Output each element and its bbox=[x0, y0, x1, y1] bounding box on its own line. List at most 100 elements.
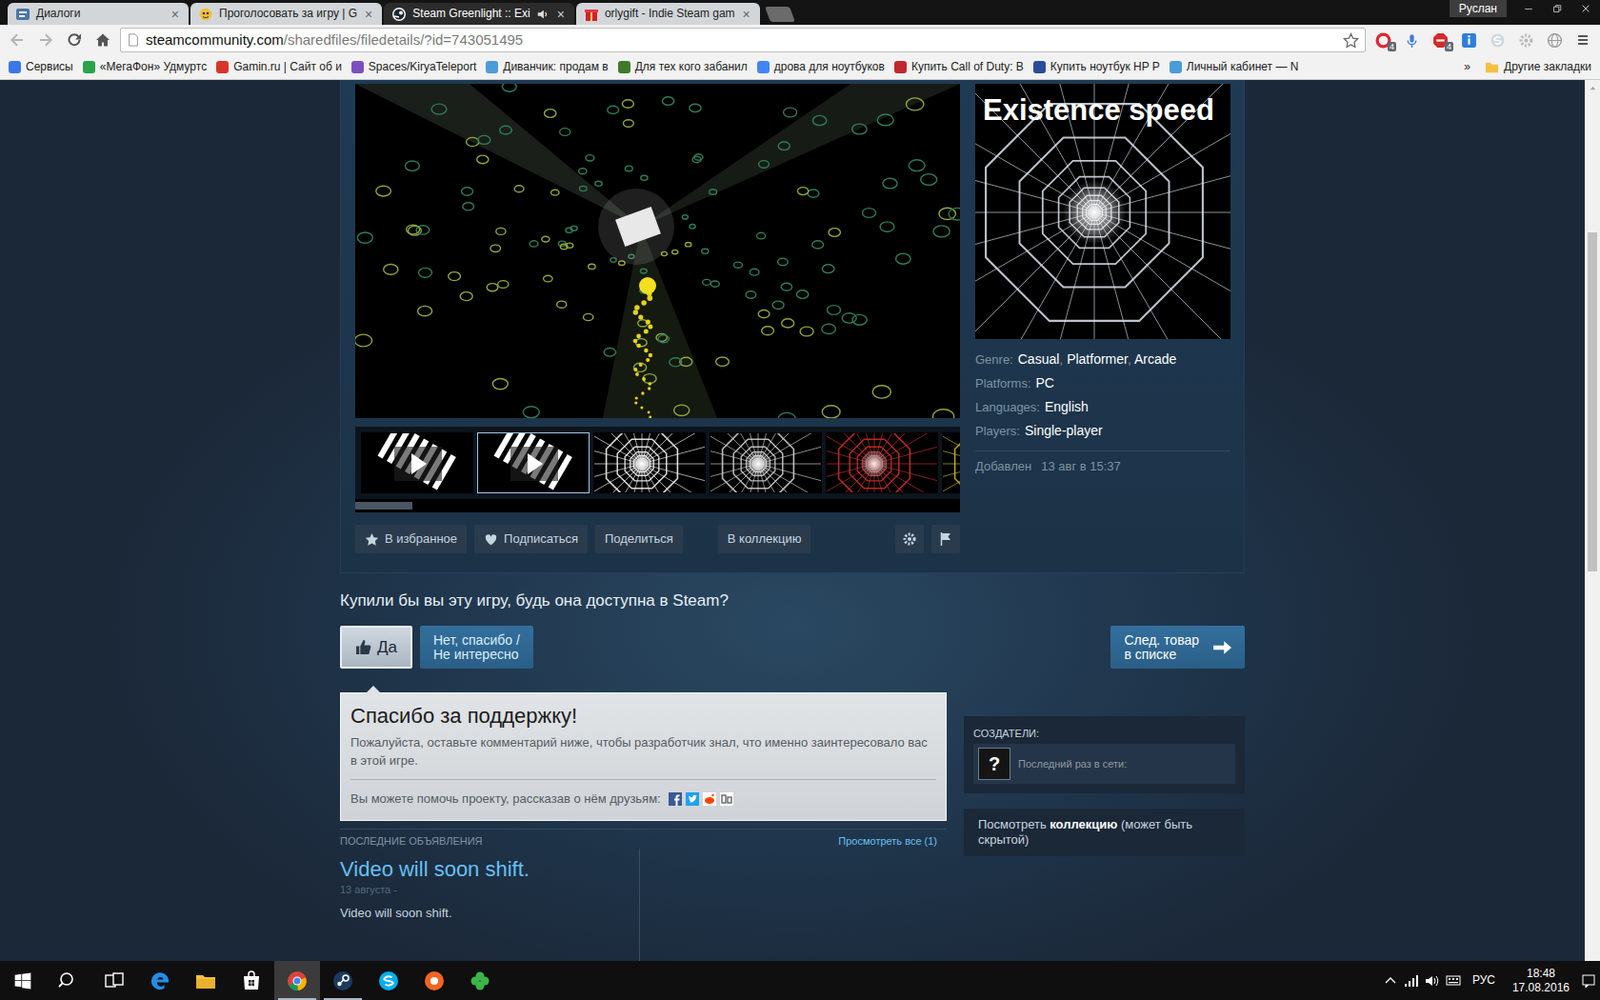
game-screenshot[interactable] bbox=[355, 83, 960, 419]
browser-tab[interactable]: orlygift - Indie Steam gam× bbox=[576, 2, 760, 25]
scroll-up-button[interactable] bbox=[1584, 80, 1600, 96]
browser-tab[interactable]: Steam Greenlight :: Exi× bbox=[383, 2, 575, 25]
skype-extension-button[interactable] bbox=[1485, 28, 1509, 52]
bookmark[interactable]: Gamin.ru | Сайт об и bbox=[211, 60, 347, 76]
scroll-handle[interactable] bbox=[355, 501, 413, 510]
browser-menu-button[interactable] bbox=[1571, 28, 1595, 52]
search-taskbar-button[interactable] bbox=[45, 960, 92, 1000]
share-button[interactable]: Поделиться bbox=[595, 524, 683, 554]
favorite-button[interactable]: В избранное bbox=[355, 524, 467, 554]
steam-taskbar-button[interactable] bbox=[320, 960, 366, 1000]
scroll-thumb[interactable] bbox=[1587, 232, 1598, 572]
new-tab-button[interactable] bbox=[764, 6, 796, 22]
view-all-link[interactable]: Просмотреть все (1) bbox=[838, 833, 938, 849]
restore-window-button[interactable] bbox=[1542, 0, 1572, 18]
bookmark[interactable]: Купить ноутбук HP P bbox=[1028, 60, 1165, 76]
opera-extension-button[interactable]: 4 bbox=[1371, 28, 1395, 52]
creator-avatar[interactable]: ? bbox=[978, 747, 1011, 780]
bookmark[interactable]: Купить Call of Duty: B bbox=[889, 60, 1029, 76]
settings-button[interactable] bbox=[895, 524, 924, 554]
report-button[interactable] bbox=[931, 524, 960, 554]
globe-extension-button[interactable] bbox=[1542, 28, 1566, 52]
collection-button[interactable]: В коллекцию bbox=[718, 524, 812, 554]
reddit-icon[interactable] bbox=[702, 792, 717, 806]
network-icon[interactable] bbox=[1403, 973, 1420, 989]
browser-tab[interactable]: Диалоги× bbox=[7, 2, 189, 25]
bookmark-favicon-icon bbox=[1169, 60, 1182, 74]
taskview-taskbar-button[interactable] bbox=[91, 960, 138, 1000]
start-taskbar-button[interactable] bbox=[0, 960, 46, 1000]
game-title: Existence speed bbox=[982, 93, 1227, 128]
close-window-button[interactable] bbox=[1571, 0, 1600, 18]
gear-extension-button[interactable] bbox=[1514, 28, 1538, 52]
image-thumbnail[interactable] bbox=[941, 432, 960, 494]
forward-button[interactable] bbox=[34, 28, 58, 52]
thumbnail-scrollbar[interactable] bbox=[355, 499, 960, 513]
digg-icon[interactable] bbox=[720, 792, 734, 806]
chevron-icon[interactable] bbox=[1382, 973, 1399, 989]
collection-link[interactable]: коллекцию bbox=[1049, 817, 1118, 832]
video-thumbnail[interactable] bbox=[360, 432, 474, 494]
bookmark[interactable]: Диванчик: продам в bbox=[480, 60, 613, 76]
clover-taskbar-button[interactable] bbox=[457, 960, 503, 1000]
explorer-taskbar-button[interactable] bbox=[182, 960, 229, 1000]
mic-extension-button[interactable] bbox=[1400, 28, 1423, 52]
browser-tab[interactable]: Проголосовать за игру | G× bbox=[190, 2, 382, 25]
start-icon bbox=[13, 971, 33, 991]
keyboard-icon[interactable] bbox=[1445, 973, 1461, 989]
speaker-icon[interactable] bbox=[536, 7, 550, 21]
store-icon bbox=[240, 969, 263, 993]
minimize-window-button[interactable] bbox=[1514, 0, 1543, 18]
input-language[interactable]: РУС bbox=[1466, 973, 1501, 989]
info-extension-button[interactable] bbox=[1457, 28, 1480, 52]
orange-taskbar-button[interactable] bbox=[411, 960, 458, 1000]
page-scrollbar[interactable] bbox=[1584, 80, 1600, 961]
image-thumbnail[interactable] bbox=[825, 432, 939, 494]
close-tab-button[interactable]: × bbox=[555, 7, 567, 21]
capsule-image: Existence speed bbox=[975, 83, 1231, 340]
close-tab-button[interactable]: × bbox=[169, 7, 181, 21]
bookmark[interactable]: дрова для ноутбуков bbox=[752, 60, 890, 76]
address-bar[interactable]: steamcommunity.com/sharedfiles/filedetai… bbox=[120, 27, 1366, 53]
bookmark-star-icon[interactable] bbox=[1342, 32, 1360, 49]
clock[interactable]: 18:4817.08.2016 bbox=[1506, 966, 1576, 996]
skype-taskbar-button[interactable] bbox=[365, 960, 412, 1000]
announcement-title[interactable]: Video will soon shift. bbox=[340, 856, 640, 883]
bookmark[interactable]: Сервисы bbox=[3, 60, 79, 76]
volume-icon[interactable] bbox=[1424, 973, 1440, 989]
detail-value[interactable]: Platformer bbox=[1066, 351, 1128, 367]
browser-toolbar: steamcommunity.com/sharedfiles/filedetai… bbox=[0, 24, 1600, 56]
video-thumbnail[interactable] bbox=[477, 432, 590, 494]
bookmark[interactable]: Для тех кого забанил bbox=[613, 60, 753, 76]
detail-value[interactable]: Arcade bbox=[1134, 351, 1177, 367]
follow-button[interactable]: Подписаться bbox=[474, 524, 588, 554]
bookmark[interactable]: «МегаФон» Удмуртс bbox=[78, 60, 212, 76]
close-tab-button[interactable]: × bbox=[362, 7, 375, 21]
abp-extension-button[interactable]: 4 bbox=[1428, 28, 1452, 52]
vote-question: Купили бы вы эту игру, будь она доступна… bbox=[340, 591, 1245, 611]
twitter-icon[interactable] bbox=[685, 792, 700, 806]
more-bookmarks-button[interactable]: » bbox=[1463, 60, 1471, 76]
store-taskbar-button[interactable] bbox=[228, 960, 275, 1000]
vote-yes-button[interactable]: Да bbox=[340, 625, 413, 669]
notifications-icon[interactable] bbox=[1580, 973, 1597, 989]
next-item-button[interactable]: След. товарв списке bbox=[1110, 625, 1245, 669]
profile-button[interactable]: Руслан bbox=[1449, 0, 1507, 18]
vote-no-button[interactable]: Нет, спасибо /Не интересно bbox=[420, 625, 534, 669]
other-bookmarks-folder[interactable]: Другие закладки bbox=[1480, 60, 1597, 76]
facebook-icon[interactable] bbox=[668, 792, 682, 806]
bookmark[interactable]: Spaces/KiryaTeleport bbox=[346, 60, 481, 76]
back-button[interactable] bbox=[5, 28, 29, 52]
bookmark[interactable]: Личный кабинет — N bbox=[1164, 60, 1304, 76]
creator[interactable]: ?Последний раз в сети: bbox=[973, 743, 1236, 784]
extension-badge: 4 bbox=[1444, 41, 1454, 52]
image-thumbnail[interactable] bbox=[709, 432, 822, 494]
chrome-taskbar-button[interactable] bbox=[274, 960, 320, 1000]
home-button[interactable] bbox=[91, 28, 115, 52]
reload-button[interactable] bbox=[62, 28, 86, 52]
close-tab-button[interactable]: × bbox=[740, 7, 753, 21]
detail-value[interactable]: Casual bbox=[1018, 351, 1060, 367]
edge-taskbar-button[interactable] bbox=[137, 960, 183, 1000]
gear-icon bbox=[1518, 32, 1535, 49]
image-thumbnail[interactable] bbox=[593, 432, 706, 494]
